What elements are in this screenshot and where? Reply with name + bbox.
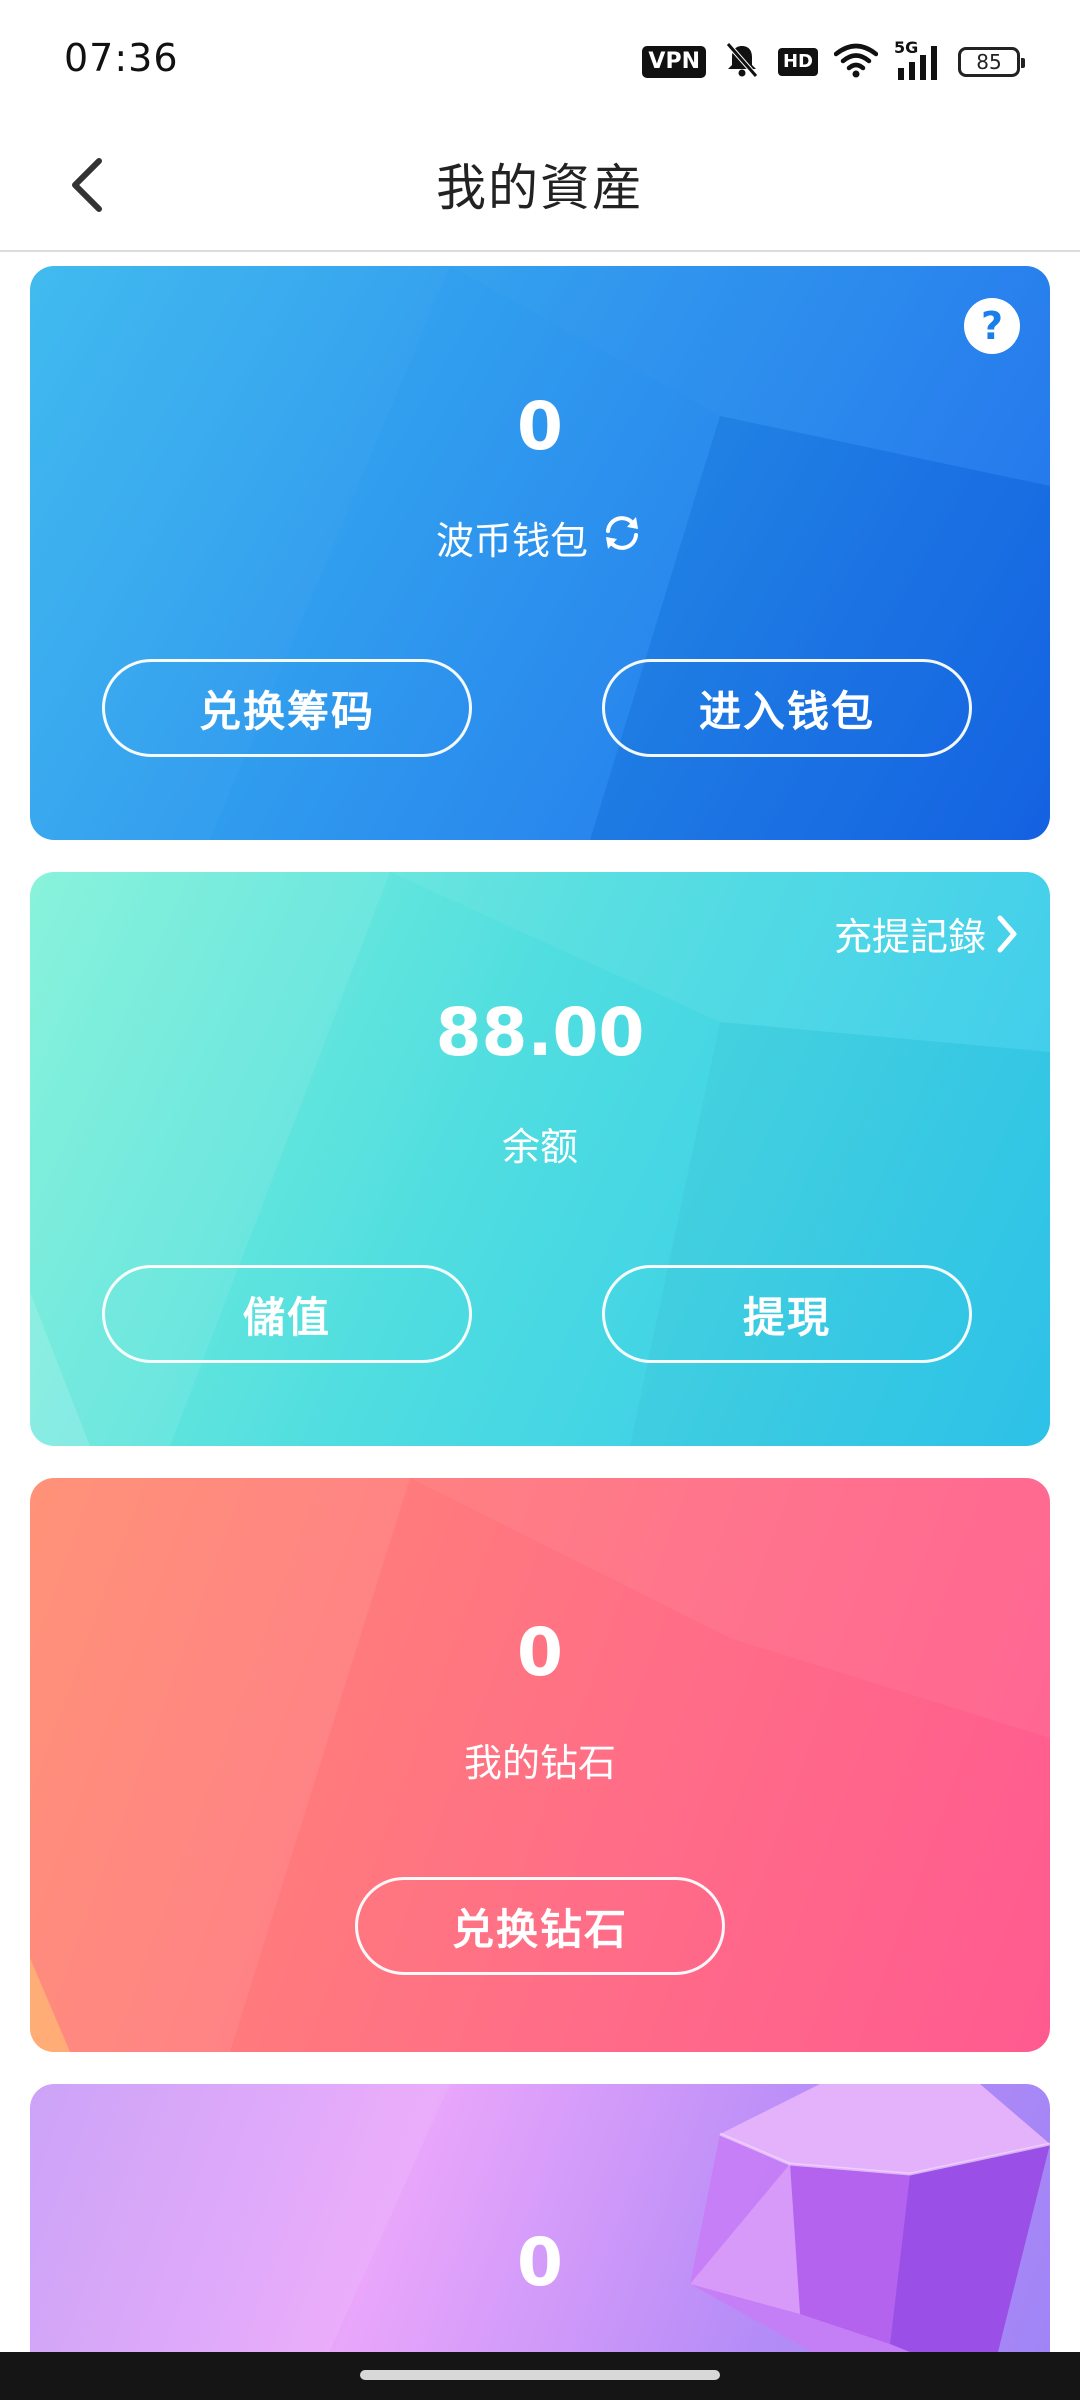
records-label: 充提記錄: [833, 915, 986, 959]
recharge-records-link[interactable]: 充提記錄: [834, 906, 1020, 961]
exchange-chips-button[interactable]: 兑换筹码: [102, 659, 472, 757]
wallet-card: ? 0 波币钱包 兑换筹码 进入钱包: [30, 266, 1050, 840]
exchange-diamonds-button[interactable]: 兑换钻石: [355, 1877, 725, 1975]
home-indicator[interactable]: [360, 2370, 720, 2380]
vpn-badge: VPN: [642, 46, 706, 78]
diamonds-label: 我的钻石: [463, 1741, 616, 1785]
system-navigation-bar: [0, 2352, 1080, 2400]
enter-wallet-button[interactable]: 进入钱包: [602, 659, 972, 757]
wallet-value: 0: [517, 388, 563, 465]
page-title: 我的資産: [436, 159, 644, 217]
diamonds-card: 0 我的钻石 兑换钻石: [30, 1478, 1050, 2052]
withdraw-button[interactable]: 提現: [602, 1265, 972, 1363]
chevron-right-icon: [997, 915, 1017, 952]
diamonds-value: 0: [517, 1614, 563, 1691]
question-icon: ?: [980, 304, 1004, 348]
status-icons: VPN HD 5G 85: [642, 38, 1025, 84]
balance-value: 88.00: [435, 994, 645, 1071]
hd-badge: HD: [777, 48, 818, 76]
signal-icon: 5G: [894, 38, 942, 82]
mute-icon: [722, 40, 762, 84]
status-time: 07:36: [64, 36, 179, 80]
gems-value: 0: [517, 2224, 563, 2301]
status-bar: 07:36 VPN HD 5G 85: [0, 0, 1080, 124]
balance-label: 余额: [501, 1125, 578, 1169]
wallet-label: 波币钱包: [435, 519, 588, 563]
navigation-bar: 我的資産: [0, 124, 1080, 252]
balance-card: 充提記錄 88.00 余额 儲值 提現: [30, 872, 1050, 1446]
deposit-button[interactable]: 儲值: [102, 1265, 472, 1363]
battery-icon: 85: [958, 47, 1025, 77]
wallet-label-row: 波币钱包: [30, 510, 1050, 565]
refresh-icon[interactable]: [600, 511, 644, 564]
help-button[interactable]: ?: [964, 298, 1020, 354]
wifi-icon: [833, 42, 879, 82]
